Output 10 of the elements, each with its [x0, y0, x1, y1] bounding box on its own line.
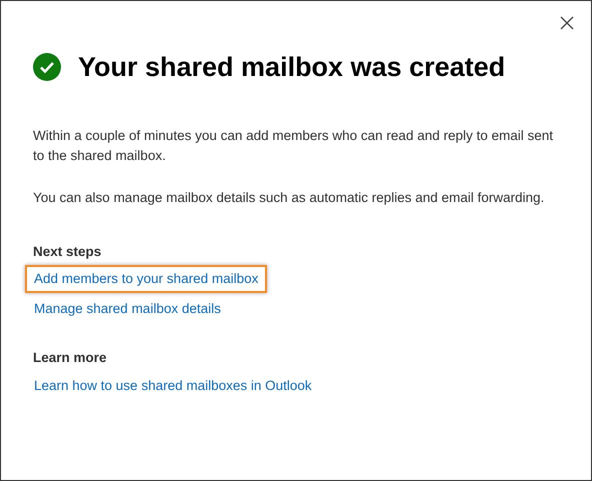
close-button[interactable]: [559, 15, 575, 31]
description-text: You can also manage mailbox details such as automatic replies and email forwarding.: [33, 188, 546, 207]
section-heading: Next steps: [33, 242, 102, 261]
description-text: Within a couple of minutes you can add members who can read and reply to email sent to the shared mailbox.: [33, 126, 554, 164]
dialog-title: Your shared mailbox was created: [78, 51, 506, 84]
checkmark-icon: [33, 53, 61, 82]
section-heading: Learn more: [33, 349, 108, 368]
link[interactable]: Manage shared mailbox details: [25, 295, 230, 324]
link[interactable]: Learn how to use shared mailboxes in Outlook: [25, 372, 321, 400]
link[interactable]: Add members to your shared mailbox: [25, 264, 268, 293]
